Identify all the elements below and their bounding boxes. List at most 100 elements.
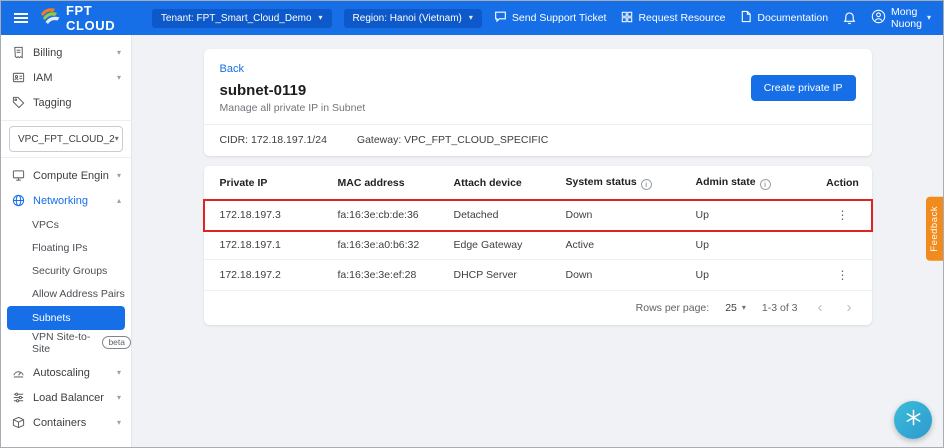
documentation-label: Documentation (757, 12, 828, 24)
cell-system-status: Active (566, 231, 696, 260)
sidebar-item-load-balancer[interactable]: Load Balancer ▾ (1, 385, 131, 410)
cell-system-status: Down (566, 260, 696, 291)
sidebar-item-vpcs[interactable]: VPCs (1, 213, 131, 236)
table-row[interactable]: 172.18.197.1 fa:16:3e:a0:b6:32 Edge Gate… (204, 231, 872, 260)
table-row-highlighted[interactable]: 172.18.197.3 fa:16:3e:cb:de:36 Detached … (204, 200, 872, 231)
fpt-logo-icon (41, 8, 60, 29)
sidebar-item-label: Billing (33, 47, 62, 59)
tenant-label: Tenant: FPT_Smart_Cloud_Demo (161, 13, 312, 24)
notifications-bell-icon[interactable] (843, 11, 856, 25)
sidebar-item-subnets[interactable]: Subnets (7, 306, 125, 330)
row-actions-button[interactable]: ⋮ (831, 268, 855, 282)
sidebar-item-label: Tagging (33, 97, 72, 109)
sidebar-item-label: VPN Site-to-Site (32, 331, 97, 355)
column-header-attach-device: Attach device (454, 166, 566, 200)
request-resource-link[interactable]: Request Resource (621, 11, 725, 26)
info-icon[interactable]: i (760, 179, 771, 190)
sidebar-item-tagging[interactable]: Tagging (1, 90, 131, 115)
region-selector[interactable]: Region: Hanoi (Vietnam) ▾ (344, 9, 482, 28)
sidebar-item-allow-address-pairs[interactable]: Allow Address Pairs (1, 282, 131, 305)
menu-icon[interactable] (13, 9, 29, 27)
region-label: Region: Hanoi (Vietnam) (353, 13, 462, 24)
support-ticket-label: Send Support Ticket (512, 12, 607, 24)
chat-assistant-button[interactable] (894, 401, 932, 439)
sidebar-item-label: Allow Address Pairs (32, 288, 125, 300)
chevron-down-icon: ▾ (117, 393, 121, 402)
rows-per-page-select[interactable]: 25 ▾ (725, 302, 746, 314)
sidebar-item-label: Subnets (32, 312, 71, 324)
info-icon[interactable]: i (641, 179, 652, 190)
column-header-action: Action (818, 166, 872, 200)
table-pagination: Rows per page: 25 ▾ 1-3 of 3 ‹ › (204, 291, 872, 325)
create-private-ip-button[interactable]: Create private IP (751, 75, 856, 101)
iam-icon (11, 71, 25, 84)
documentation-link[interactable]: Documentation (740, 10, 828, 26)
brand-name: FPT CLOUD (66, 3, 134, 33)
brand-logo: FPT CLOUD (41, 3, 134, 33)
column-header-admin-state: Admin statei (696, 166, 818, 200)
divider (1, 120, 131, 121)
column-header-private-ip: Private IP (204, 166, 338, 200)
sidebar-item-label: Autoscaling (33, 367, 90, 379)
sidebar-item-label: Security Groups (32, 265, 107, 277)
caret-down-icon: ▾ (115, 135, 119, 143)
sidebar-item-containers[interactable]: Containers ▾ (1, 410, 131, 435)
caret-down-icon: ▾ (927, 14, 931, 22)
tenant-selector[interactable]: Tenant: FPT_Smart_Cloud_Demo ▾ (152, 9, 332, 28)
topbar: FPT CLOUD Tenant: FPT_Smart_Cloud_Demo ▾… (1, 1, 943, 35)
page-subtitle: Manage all private IP in Subnet (220, 102, 856, 114)
sidebar-item-iam[interactable]: IAM ▾ (1, 65, 131, 90)
tag-icon (11, 96, 25, 109)
sidebar-item-label: IAM (33, 72, 53, 84)
request-resource-label: Request Resource (638, 12, 725, 24)
chevron-down-icon: ▾ (117, 48, 121, 57)
sidebar-item-floating-ips[interactable]: Floating IPs (1, 236, 131, 259)
user-name: Mong Nuong (891, 6, 922, 30)
cell-mac-address: fa:16:3e:a0:b6:32 (338, 231, 454, 260)
prev-page-button[interactable]: ‹ (814, 300, 827, 315)
sidebar-item-vpn-site-to-site[interactable]: VPN Site-to-Site beta (1, 331, 131, 354)
cell-admin-state: Up (696, 200, 818, 231)
cell-attach-device: DHCP Server (454, 260, 566, 291)
topbar-actions: Send Support Ticket Request Resource Doc… (494, 6, 931, 30)
sidebar-item-billing[interactable]: Billing ▾ (1, 40, 131, 65)
support-ticket-icon (494, 10, 507, 26)
back-link[interactable]: Back (220, 63, 244, 75)
table-row[interactable]: 172.18.197.2 fa:16:3e:3e:ef:28 DHCP Serv… (204, 260, 872, 291)
cell-attach-device: Edge Gateway (454, 231, 566, 260)
sidebar-item-label: Containers (33, 417, 86, 429)
sidebar-item-label: Floating IPs (32, 242, 87, 254)
chevron-down-icon: ▾ (117, 73, 121, 82)
caret-down-icon: ▾ (742, 304, 746, 312)
chevron-down-icon: ▾ (117, 418, 121, 427)
vpc-selector[interactable]: VPC_FPT_CLOUD_2 ▾ (9, 126, 123, 152)
cidr-value: CIDR: 172.18.197.1/24 (220, 134, 327, 146)
cell-private-ip: 172.18.197.1 (204, 231, 338, 260)
sidebar-item-compute-engine[interactable]: Compute Engine ▾ (1, 163, 131, 188)
autoscaling-icon (11, 366, 25, 379)
cell-mac-address: fa:16:3e:cb:de:36 (338, 200, 454, 231)
cell-admin-state: Up (696, 231, 818, 260)
beta-badge: beta (102, 336, 131, 350)
next-page-button[interactable]: › (843, 300, 856, 315)
app-window: FPT CLOUD Tenant: FPT_Smart_Cloud_Demo ▾… (0, 0, 944, 448)
cell-attach-device: Detached (454, 200, 566, 231)
private-ip-table-card: Private IP MAC address Attach device Sys… (204, 166, 872, 325)
user-menu[interactable]: Mong Nuong ▾ (871, 6, 931, 30)
sidebar: Billing ▾ IAM ▾ Tagging VPC_FPT_CLOUD_2 … (1, 35, 132, 447)
main-content: Back subnet-0119 Manage all private IP i… (132, 35, 943, 447)
sidebar-item-networking[interactable]: Networking ▴ (1, 188, 131, 213)
divider (1, 157, 131, 158)
chevron-down-icon: ▾ (117, 368, 121, 377)
cell-action-empty (818, 231, 872, 260)
send-support-ticket-link[interactable]: Send Support Ticket (494, 10, 607, 26)
user-avatar-icon (871, 9, 886, 27)
row-actions-button[interactable]: ⋮ (831, 208, 855, 222)
page-range-label: 1-3 of 3 (762, 302, 798, 314)
feedback-tab[interactable]: Feedback (926, 197, 943, 261)
sidebar-item-security-groups[interactable]: Security Groups (1, 259, 131, 282)
vpc-selector-value: VPC_FPT_CLOUD_2 (18, 134, 115, 145)
column-header-mac-address: MAC address (338, 166, 454, 200)
cell-private-ip: 172.18.197.3 (204, 200, 338, 231)
sidebar-item-autoscaling[interactable]: Autoscaling ▾ (1, 360, 131, 385)
